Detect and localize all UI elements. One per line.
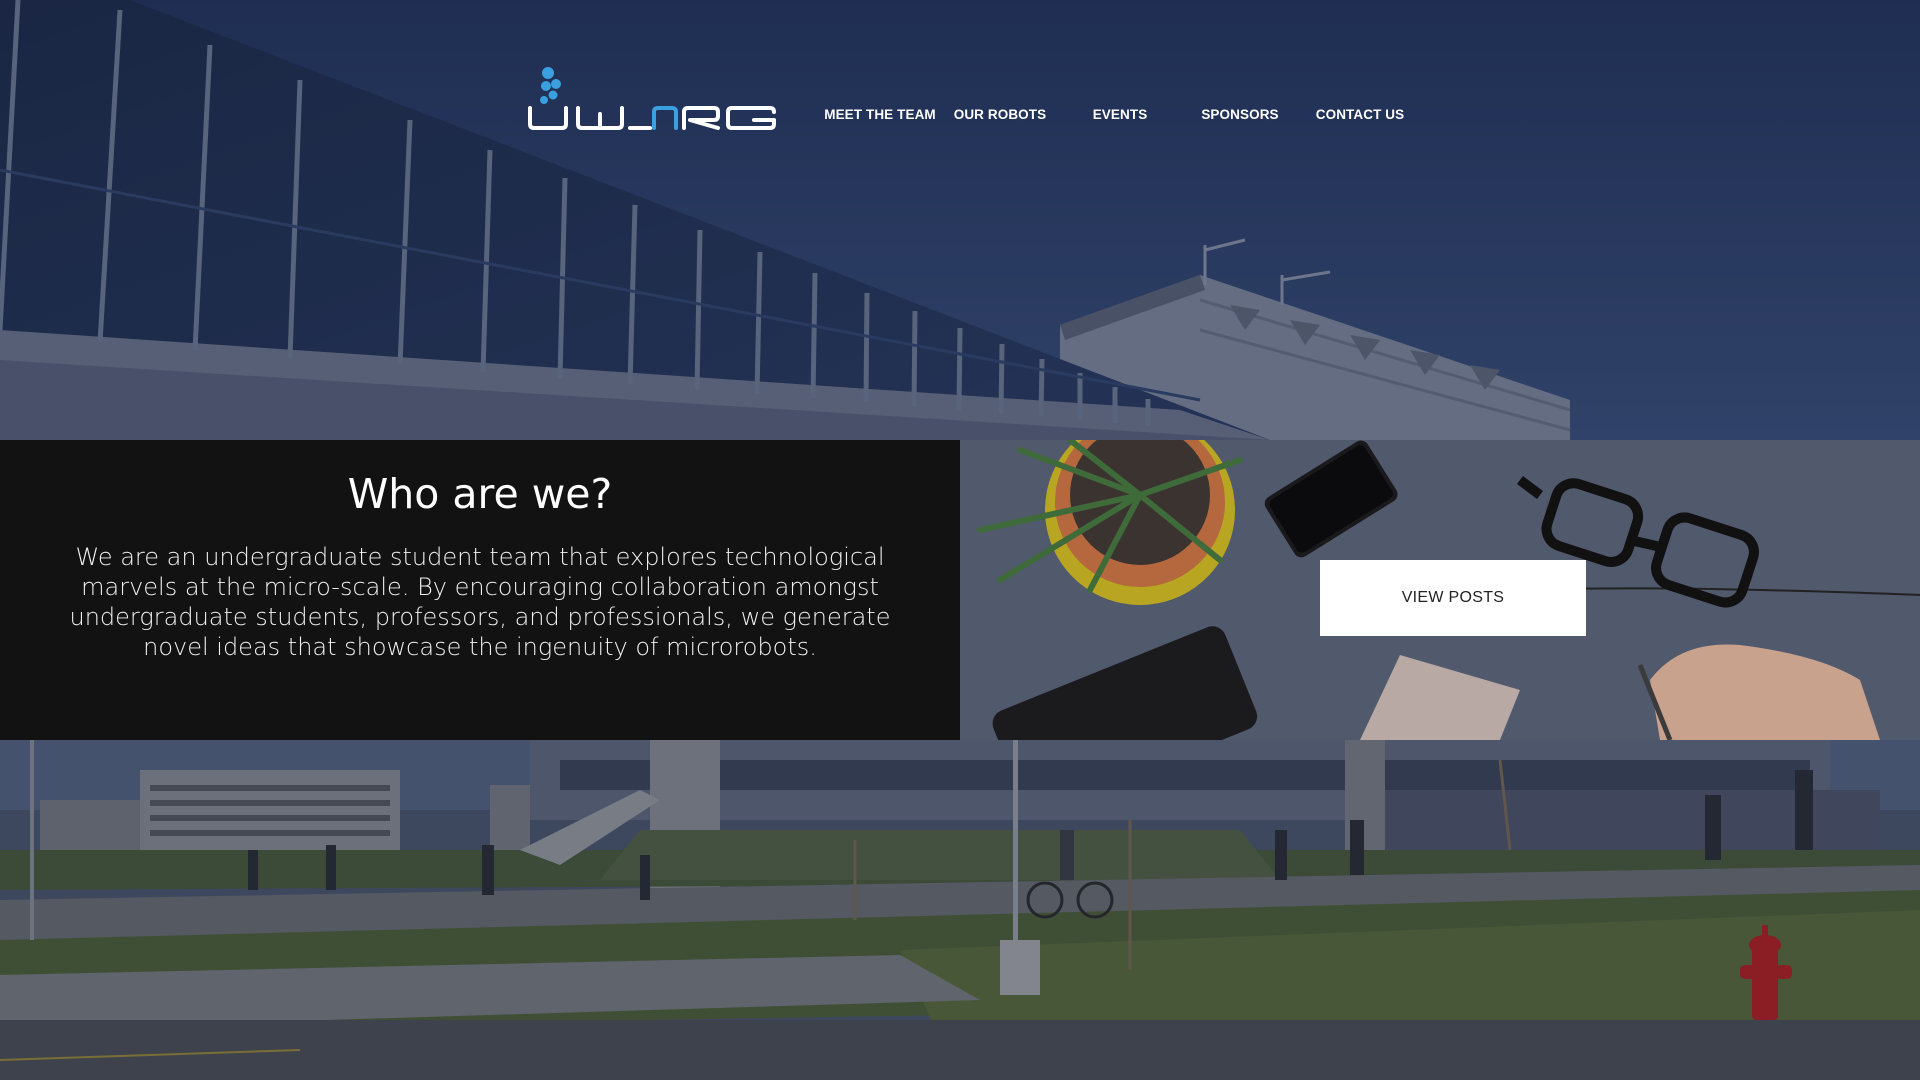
uwnrg-logo[interactable] — [526, 64, 786, 134]
hero-banner: MEET THE TEAM OUR ROBOTS EVENTS SPONSORS… — [0, 0, 1920, 440]
campus-image — [0, 740, 1920, 1080]
nav-contact-us[interactable]: CONTACT US — [1300, 107, 1420, 122]
about-description: We are an undergraduate student team tha… — [69, 543, 891, 661]
nav-sponsors[interactable]: SPONSORS — [1180, 107, 1300, 122]
hero-background-image — [0, 0, 1920, 440]
nav-meet-the-team[interactable]: MEET THE TEAM — [820, 107, 940, 122]
view-posts-button[interactable]: VIEW POSTS — [1320, 560, 1586, 636]
main-navigation: MEET THE TEAM OUR ROBOTS EVENTS SPONSORS… — [820, 100, 1420, 128]
nav-events[interactable]: EVENTS — [1060, 107, 1180, 122]
campus-background — [0, 740, 1920, 1080]
about-title: Who are we? — [347, 470, 613, 518]
nav-our-robots[interactable]: OUR ROBOTS — [940, 107, 1060, 122]
about-section: Who are we? We are an undergraduate stud… — [0, 440, 960, 740]
